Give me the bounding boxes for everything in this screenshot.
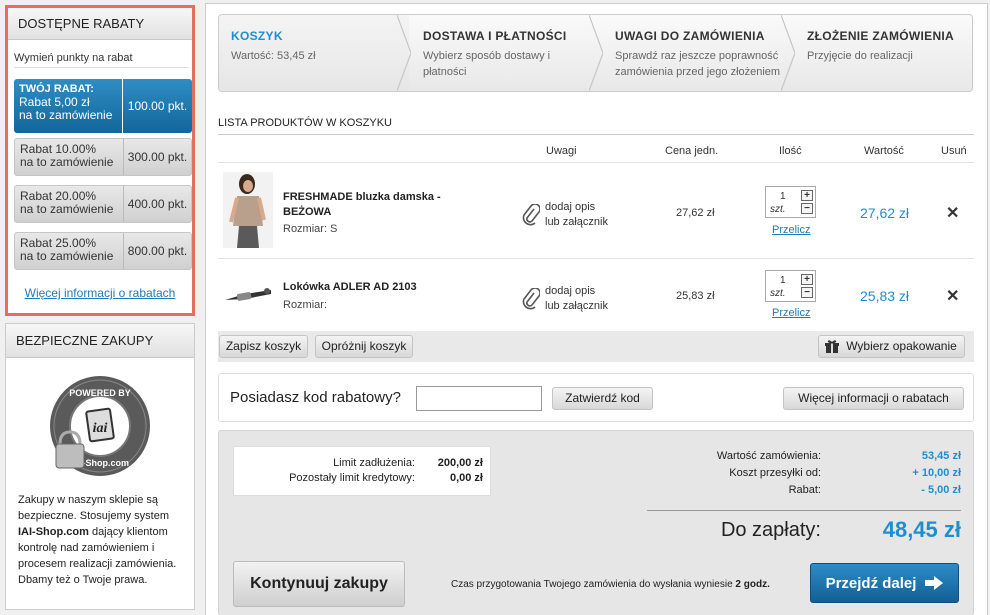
product-list-title: LISTA PRODUKTÓW W KOSZYKU	[218, 117, 392, 129]
product-size: Rozmiar:	[283, 299, 328, 311]
order-value: 53,45 zł	[921, 450, 961, 462]
gift-icon	[825, 340, 839, 353]
step-delivery[interactable]: DOSTAWA I PŁATNOŚCI Wybierz sposób dosta…	[411, 15, 591, 91]
column-value: Wartość	[864, 145, 904, 157]
credit-limit-label: Limit zadłużenia:	[333, 457, 415, 469]
add-note-link[interactable]: dodaj opis lub załącznik	[522, 200, 608, 230]
checkout-steps: KOSZYK Wartość: 53,45 zł DOSTAWA I PŁATN…	[218, 14, 973, 92]
minus-icon[interactable]: −	[801, 203, 813, 214]
rebate-points: 300.00 pkt.	[123, 139, 191, 175]
divider	[218, 134, 974, 135]
step-separator	[397, 15, 411, 91]
plus-icon[interactable]: +	[801, 190, 813, 201]
discounts-title: DOSTĘPNE RABATY	[8, 8, 192, 40]
more-discounts-link[interactable]: Więcej informacji o rabatach	[8, 286, 192, 300]
safe-shopping-title: BEZPIECZNE ZAKUPY	[6, 324, 194, 358]
column-remove: Usuń	[941, 145, 967, 157]
credit-limit-value: 200,00 zł	[437, 457, 483, 469]
quantity-stepper[interactable]: 1 szt. + −	[765, 186, 816, 218]
shipping-value: + 10,00 zł	[912, 467, 961, 479]
product-image-curler[interactable]	[223, 280, 273, 310]
rebate-label: Rabat 20.00% na to zamówienie	[20, 189, 114, 216]
column-unit-price: Cena jedn.	[665, 145, 719, 157]
iai-shop-seal-logo: POWERED BY IAI-Shop.com iai	[50, 376, 150, 476]
quantity-stepper[interactable]: 1 szt. + −	[765, 270, 816, 302]
discount-code-question: Posiadasz kod rabatowy?	[230, 389, 401, 406]
to-pay-label: Do zapłaty:	[720, 519, 821, 541]
rebate-points: 100.00 pkt.	[122, 79, 192, 133]
credit-left-value: 0,00 zł	[449, 472, 483, 484]
minus-icon[interactable]: −	[801, 287, 813, 298]
credit-left-label: Pozostały limit kredytowy:	[289, 472, 415, 484]
column-notes: Uwagi	[546, 145, 577, 157]
to-pay-value: 48,45 zł	[882, 517, 961, 542]
discount-value: - 5,00 zł	[921, 484, 961, 496]
recalculate-link[interactable]: Przelicz	[772, 307, 811, 319]
safe-shopping-text: Zakupy w naszym sklepie są bezpieczne. S…	[18, 494, 177, 586]
credit-limit-box: Limit zadłużenia: 200,00 zł Pozostały li…	[233, 446, 491, 496]
remove-icon[interactable]: ✕	[946, 203, 959, 223]
choose-packaging-button[interactable]: Wybierz opakowanie	[818, 335, 965, 358]
paperclip-icon	[522, 288, 540, 310]
rebate-points: 400.00 pkt.	[123, 186, 191, 222]
remove-icon[interactable]: ✕	[946, 286, 959, 306]
rebate-option-25[interactable]: Rabat 25.00% na to zamówienie 800.00 pkt.	[14, 232, 192, 270]
add-note-link[interactable]: dodaj opis lub załącznik	[522, 284, 608, 314]
quantity-unit: szt.	[770, 204, 786, 215]
cart-main: KOSZYK Wartość: 53,45 zł DOSTAWA I PŁATN…	[205, 3, 988, 615]
empty-cart-button[interactable]: Opróżnij koszyk	[315, 335, 413, 358]
svg-text:iai: iai	[93, 421, 108, 436]
step-separator	[781, 15, 795, 91]
rebate-option-active[interactable]: TWÓJ RABAT: Rabat 5,00 zł na to zamówien…	[14, 79, 192, 133]
quantity-unit: szt.	[770, 288, 786, 299]
save-cart-button[interactable]: Zapisz koszyk	[219, 335, 308, 358]
discount-label: Rabat:	[788, 484, 821, 496]
product-image-blouse[interactable]	[223, 172, 273, 248]
rebate-label: Rabat 25.00% na to zamówienie	[20, 236, 114, 263]
recalculate-link[interactable]: Przelicz	[772, 224, 811, 236]
quantity-value[interactable]: 1	[780, 275, 786, 286]
order-summary: Limit zadłużenia: 200,00 zł Pozostały li…	[218, 430, 974, 615]
rebate-label: TWÓJ RABAT: Rabat 5,00 zł na to zamówien…	[19, 83, 113, 122]
rebate-option-20[interactable]: Rabat 20.00% na to zamówienie 400.00 pkt.	[14, 185, 192, 223]
discounts-panel: DOSTĘPNE RABATY Wymień punkty na rabat T…	[5, 5, 195, 316]
arrow-right-icon	[925, 576, 944, 590]
exchange-points-label: Wymień punkty na rabat	[14, 52, 189, 68]
discount-code-box: Posiadasz kod rabatowy? Zatwierdź kod Wi…	[218, 373, 974, 422]
shipping-label: Koszt przesyłki od:	[729, 467, 821, 479]
divider	[647, 510, 961, 511]
rebate-label: Rabat 10.00% na to zamówienie	[20, 142, 114, 169]
confirm-code-button[interactable]: Zatwierdź kod	[552, 387, 653, 410]
continue-shopping-button[interactable]: Kontynuuj zakupy	[233, 561, 405, 607]
cart-actions-bar: Zapisz koszyk Opróżnij koszyk Wybierz op…	[218, 331, 974, 362]
divider	[218, 258, 974, 259]
product-name[interactable]: FRESHMADE bluzka damska - BEŻOWA	[283, 190, 441, 220]
step-separator	[589, 15, 603, 91]
preparation-time-text: Czas przygotowania Twojego zamówienia do…	[451, 579, 770, 590]
step-confirm[interactable]: ZŁOŻENIE ZAMÓWIENIA Przyjęcie do realiza…	[795, 15, 972, 91]
item-value: 27,62 zł	[860, 205, 910, 221]
rebate-points: 800.00 pkt.	[123, 233, 191, 269]
product-name[interactable]: Lokówka ADLER AD 2103	[283, 280, 417, 295]
more-discount-info-button[interactable]: Więcej informacji o rabatach	[783, 387, 964, 410]
divider	[218, 162, 974, 163]
proceed-button[interactable]: Przejdź dalej	[810, 563, 959, 603]
order-value-label: Wartość zamówienia:	[716, 450, 821, 462]
product-size: Rozmiar: S	[283, 223, 338, 235]
item-value: 25,83 zł	[860, 288, 910, 304]
svg-text:POWERED BY: POWERED BY	[69, 388, 131, 398]
plus-icon[interactable]: +	[801, 274, 813, 285]
quantity-value[interactable]: 1	[780, 191, 786, 202]
step-notes[interactable]: UWAGI DO ZAMÓWIENIA Sprawdź raz jeszcze …	[603, 15, 783, 91]
unit-price: 27,62 zł	[676, 207, 715, 219]
step-cart[interactable]: KOSZYK Wartość: 53,45 zł	[219, 15, 409, 91]
rebate-option-10[interactable]: Rabat 10.00% na to zamówienie 300.00 pkt.	[14, 138, 192, 176]
unit-price: 25,83 zł	[676, 290, 715, 302]
column-quantity: Ilość	[779, 145, 802, 157]
discount-code-input[interactable]	[416, 386, 542, 411]
safe-shopping-panel: BEZPIECZNE ZAKUPY POWERED BY IAI-Shop.co…	[5, 323, 195, 610]
paperclip-icon	[522, 204, 540, 226]
